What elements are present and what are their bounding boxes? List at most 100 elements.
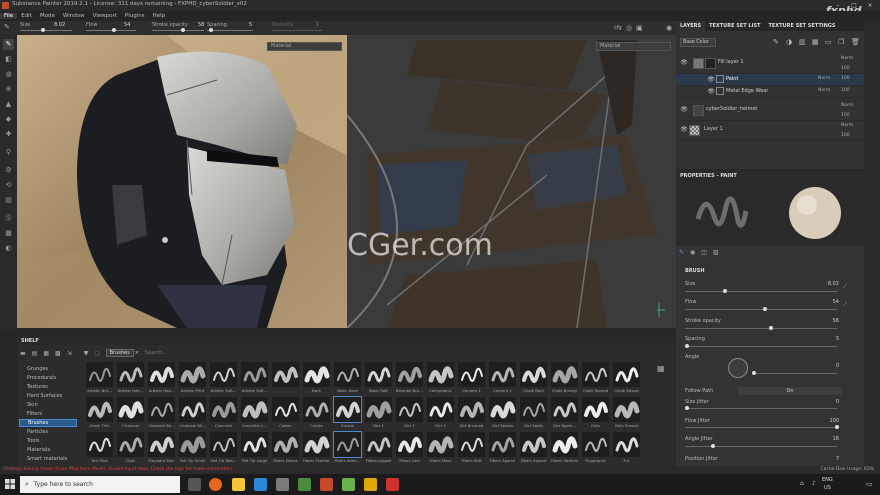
brush-item[interactable]: Fibers Square: [519, 432, 548, 465]
paint-tool-icon[interactable]: ✎: [3, 39, 14, 50]
menu-viewport[interactable]: Viewport: [89, 13, 121, 19]
add-paint-layer-icon[interactable]: ▥: [799, 38, 806, 46]
size-slider-handle[interactable]: [41, 28, 45, 32]
hide-icon[interactable]: ▩: [55, 350, 61, 357]
brush-item[interactable]: Fibers Soft: [457, 432, 486, 465]
viewport-2d[interactable]: Material: [347, 35, 676, 328]
brush-item[interactable]: Artistic Print: [178, 362, 207, 395]
notifications-icon[interactable]: ▭: [866, 480, 873, 488]
brush-item[interactable]: Charcoal Str...: [147, 397, 176, 430]
brush-item[interactable]: Fibers Dense: [271, 432, 300, 465]
brush-item[interactable]: Cement 1: [457, 362, 486, 395]
brush-item[interactable]: Concrete: [209, 397, 238, 430]
spacing-slider-handle[interactable]: [209, 28, 213, 32]
size-jitter-slider-handle[interactable]: [685, 406, 689, 410]
brush-item[interactable]: [271, 362, 300, 395]
app-icon-10[interactable]: [386, 478, 399, 491]
size-option[interactable]: Size 8.02: [20, 21, 75, 35]
python-plugin-icon[interactable]: Ⓢ: [3, 213, 14, 224]
tray-volume-icon[interactable]: ♪: [812, 480, 816, 487]
brush-item[interactable]: Dirt 3: [426, 397, 455, 430]
projection-tool-icon[interactable]: ◍: [3, 69, 14, 80]
layer-row-metal-edge-wear[interactable]: 👁 Metal Edge Wear Norm 100: [676, 86, 864, 98]
brush-item[interactable]: Chalk Strong: [612, 362, 641, 395]
spacing-slider-handle[interactable]: [685, 344, 689, 348]
angle-slider-handle[interactable]: [752, 371, 756, 375]
brush-item[interactable]: Dirt Spots: [519, 397, 548, 430]
viewport-3d-mode-select[interactable]: Material: [267, 42, 342, 51]
brush-item[interactable]: Dots: [581, 397, 610, 430]
stroke-slider-handle[interactable]: [181, 28, 185, 32]
layer-row-layer-1[interactable]: 👁 Layer 1 Norm 100: [676, 121, 864, 141]
size-jitter-slider[interactable]: [685, 408, 837, 409]
brush-item[interactable]: Dirt 2: [395, 397, 424, 430]
delete-layer-icon[interactable]: 🗑: [851, 38, 860, 46]
size-pen-pressure-icon[interactable]: ⟋: [843, 283, 847, 291]
visibility-eye-icon[interactable]: 👁: [680, 59, 688, 67]
lock-icon[interactable]: ▤: [3, 195, 14, 206]
brush-item[interactable]: Crystal: [333, 396, 362, 430]
alpha-props-icon[interactable]: ◫: [701, 249, 707, 256]
category-hard-surfaces[interactable]: Hard Surfaces: [27, 393, 62, 399]
viewport-2d-mode-select[interactable]: Material: [596, 42, 671, 51]
new-folder-icon[interactable]: ▬: [20, 350, 26, 357]
brush-item[interactable]: Charcoal: [116, 397, 145, 430]
brush-item[interactable]: Dirt Splash: [488, 397, 517, 430]
material-props-icon[interactable]: ◉: [690, 249, 695, 256]
clone-tool-icon[interactable]: ✚: [3, 129, 14, 140]
category-textures[interactable]: Textures: [27, 384, 48, 390]
size-slider-handle[interactable]: [723, 289, 727, 293]
camera-reset-icon[interactable]: ⟲: [3, 180, 14, 191]
tray-network-icon[interactable]: ⌂: [800, 480, 804, 487]
brush-item[interactable]: Fingerprint: [581, 432, 610, 465]
add-fill-layer-icon[interactable]: ▦: [812, 38, 819, 46]
angle-jitter-slider[interactable]: [685, 446, 837, 447]
tab-layers[interactable]: LAYERS: [676, 21, 706, 31]
brush-props-icon[interactable]: ✎: [679, 249, 684, 256]
brush-item[interactable]: Felt Tip Small: [178, 432, 207, 465]
brush-item[interactable]: Artistic Soft...: [240, 362, 269, 395]
brush-item[interactable]: Artistic Hair...: [116, 362, 145, 395]
distance-option[interactable]: Distance 1: [272, 21, 324, 35]
stroke-opacity-slider-handle[interactable]: [769, 326, 773, 330]
tab-texture-set-settings[interactable]: TEXTURE SET SETTINGS: [764, 21, 839, 31]
brush-item[interactable]: Cement 2: [488, 362, 517, 395]
stroke-opacity-slider[interactable]: [685, 328, 837, 329]
brush-item[interactable]: Fibers Sparse: [488, 432, 517, 465]
substance-painter-taskbar-icon[interactable]: [320, 478, 333, 491]
log-icon[interactable]: ▦: [3, 228, 14, 239]
visibility-eye-icon[interactable]: 👁: [680, 106, 688, 114]
category-tools[interactable]: Tools: [27, 438, 39, 444]
stencil-props-icon[interactable]: ▨: [713, 249, 719, 256]
shader-icon[interactable]: ◐: [3, 243, 14, 254]
add-folder-icon[interactable]: ▭: [825, 38, 832, 46]
polygon-fill-icon[interactable]: ▲: [3, 99, 14, 110]
duplicate-icon[interactable]: ❐: [838, 38, 844, 46]
angle-slider[interactable]: [752, 373, 837, 374]
app-icon-6[interactable]: [298, 478, 311, 491]
brush-item[interactable]: Concrete Li...: [240, 397, 269, 430]
geometry-decal-icon[interactable]: ⊕: [3, 84, 14, 95]
tray-language-1[interactable]: ENG: [822, 477, 833, 483]
menu-edit[interactable]: Edit: [17, 13, 36, 19]
category-particles[interactable]: Particles: [27, 429, 48, 435]
visibility-eye-icon[interactable]: 👁: [680, 126, 688, 134]
camera-icon[interactable]: ◉: [666, 24, 672, 32]
layer-row-fill-layer-1[interactable]: 👁 Fill layer 1 Norm 100: [676, 54, 864, 74]
category-filters[interactable]: Filters: [27, 411, 42, 417]
display-icon[interactable]: ▣: [636, 24, 643, 32]
flow-pen-pressure-icon[interactable]: ⟋: [843, 301, 847, 309]
spacing-slider[interactable]: [685, 346, 837, 347]
follow-path-toggle[interactable]: On: [738, 387, 842, 395]
tray-language-2[interactable]: US: [824, 485, 831, 491]
clear-filter-icon[interactable]: ◌: [94, 350, 99, 357]
category-smart-materials[interactable]: Smart materials: [27, 456, 67, 462]
tab-texture-set-list[interactable]: TEXTURE SET LIST: [705, 21, 764, 31]
brush-item[interactable]: Chalk Bumpy: [550, 362, 579, 395]
menu-window[interactable]: Window: [59, 13, 89, 19]
firefox-icon[interactable]: [209, 478, 222, 491]
brush-item[interactable]: Cracks: [302, 397, 331, 430]
app-icon-5[interactable]: [276, 478, 289, 491]
brush-item[interactable]: Elephant Skin: [147, 432, 176, 465]
angle-dial[interactable]: [728, 358, 748, 378]
